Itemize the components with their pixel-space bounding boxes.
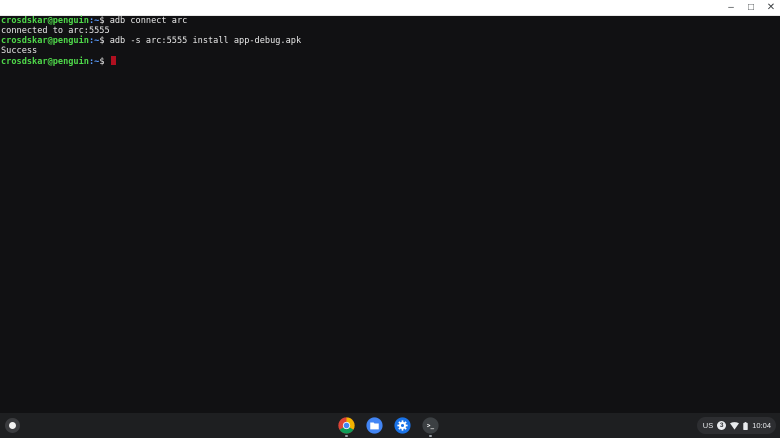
gear-icon [394, 417, 411, 434]
terminal-line: connected to arc:5555 [1, 26, 780, 36]
chrome-icon [338, 417, 355, 434]
running-indicator [345, 435, 348, 437]
prompt-path: :~ [88, 16, 100, 26]
terminal-line: crosdskar@penguin:~$ adb -s arc:5555 ins… [1, 36, 780, 46]
terminal-icon: >_ [422, 417, 439, 434]
prompt-symbol: $ [99, 36, 110, 47]
minimize-button[interactable]: – [726, 2, 736, 14]
shelf: >_ US 3 10:04 [0, 413, 780, 438]
text-cursor [110, 56, 116, 66]
shelf-apps: >_ [337, 416, 440, 437]
prompt-user: crosdskar@penguin [1, 57, 89, 68]
command-text: adb -s arc:5555 install app-debug.apk [109, 36, 302, 47]
maximize-button[interactable]: □ [746, 2, 756, 14]
output-text: Success [1, 46, 38, 57]
terminal-line: crosdskar@penguin:~$ adb connect arc [1, 16, 780, 26]
command-text: adb connect arc [109, 16, 188, 26]
terminal-output[interactable]: crosdskar@penguin:~$ adb connect arc con… [0, 16, 780, 413]
output-text: connected to arc:5555 [1, 26, 110, 37]
prompt-path: :~ [88, 36, 100, 47]
window-controls: – □ ✕ [726, 0, 776, 16]
wifi-icon [730, 421, 740, 430]
prompt-user: crosdskar@penguin [1, 16, 89, 26]
launcher-button[interactable] [5, 418, 20, 433]
svg-text:>_: >_ [427, 423, 435, 430]
running-indicator [429, 435, 432, 437]
shelf-app-terminal[interactable]: >_ [421, 416, 440, 437]
close-button[interactable]: ✕ [766, 2, 776, 14]
launcher-icon [9, 422, 16, 429]
prompt-symbol: $ [99, 57, 110, 68]
notification-count-badge: 3 [717, 421, 727, 430]
shelf-app-files[interactable] [365, 416, 384, 435]
prompt-path: :~ [88, 57, 100, 68]
status-tray[interactable]: US 3 10:04 [696, 417, 776, 434]
shelf-app-settings[interactable] [393, 416, 412, 435]
terminal-line: crosdskar@penguin:~$ [1, 56, 780, 68]
window-titlebar: – □ ✕ [0, 0, 780, 16]
terminal-line: Success [1, 46, 780, 56]
prompt-symbol: $ [99, 16, 110, 26]
shelf-app-chrome[interactable] [337, 416, 356, 437]
battery-icon [743, 421, 748, 430]
clock: 10:04 [752, 421, 771, 430]
keyboard-layout: US [702, 421, 714, 430]
prompt-user: crosdskar@penguin [1, 36, 89, 47]
folder-icon [366, 417, 383, 434]
